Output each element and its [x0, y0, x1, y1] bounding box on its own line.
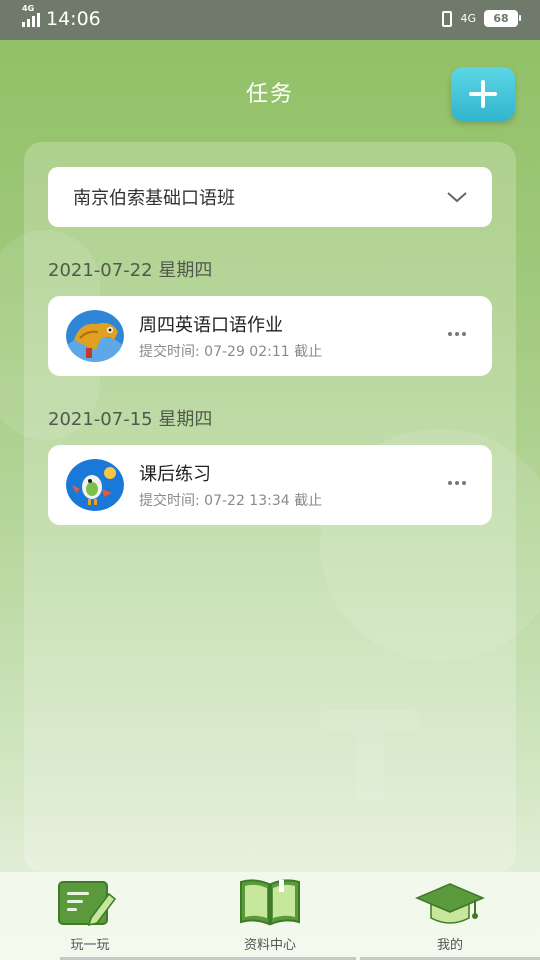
- battery-icon: 68: [484, 10, 521, 27]
- tab-mine[interactable]: 我的: [360, 872, 540, 960]
- tab-label: 玩一玩: [70, 938, 110, 953]
- network-label: 4G: [460, 12, 476, 25]
- class-selector[interactable]: 南京伯索基础口语班: [48, 167, 492, 227]
- task-name: 周四英语口语作业: [139, 315, 283, 336]
- task-deadline: 提交时间: 07-22 13:34 截止: [139, 493, 323, 509]
- bottom-tab-bar: 玩一玩 资料中心 我的: [0, 872, 540, 960]
- more-dots-icon[interactable]: [448, 481, 466, 485]
- tab-play[interactable]: 玩一玩: [0, 872, 184, 960]
- task-deadline: 提交时间: 07-29 02:11 截止: [139, 344, 323, 360]
- status-bar: 4G 14:06 4G 68: [0, 0, 540, 40]
- tab-label: 资料中心: [243, 938, 296, 953]
- tab-label: 我的: [436, 938, 463, 953]
- task-card[interactable]: 周四英语口语作业 提交时间: 07-29 02:11 截止: [48, 296, 492, 376]
- add-task-button[interactable]: [451, 67, 515, 121]
- open-book-icon: [240, 879, 300, 926]
- tab-resources[interactable]: 资料中心: [180, 872, 360, 960]
- vibrate-icon: [442, 10, 453, 27]
- task-screen: 4G 14:06 4G 68 任务 南京伯索基础口语班 2021-07-22 星…: [0, 0, 540, 960]
- notepad-pencil-icon: [58, 881, 117, 927]
- plus-icon: [469, 80, 497, 108]
- bird-thumbnail: [66, 459, 124, 511]
- class-selector-value: 南京伯索基础口语班: [73, 188, 235, 209]
- graduation-cap-icon: [415, 883, 485, 924]
- chevron-down-icon: [447, 192, 467, 203]
- date-heading: 2021-07-22 星期四: [48, 260, 213, 281]
- dragon-thumbnail: [66, 310, 124, 362]
- task-card[interactable]: 课后练习 提交时间: 07-22 13:34 截止: [48, 445, 492, 525]
- date-heading: 2021-07-15 星期四: [48, 409, 213, 430]
- task-name: 课后练习: [139, 464, 211, 485]
- signal-icon: 4G: [22, 4, 40, 27]
- more-dots-icon[interactable]: [448, 332, 466, 336]
- clock: 14:06: [46, 8, 101, 30]
